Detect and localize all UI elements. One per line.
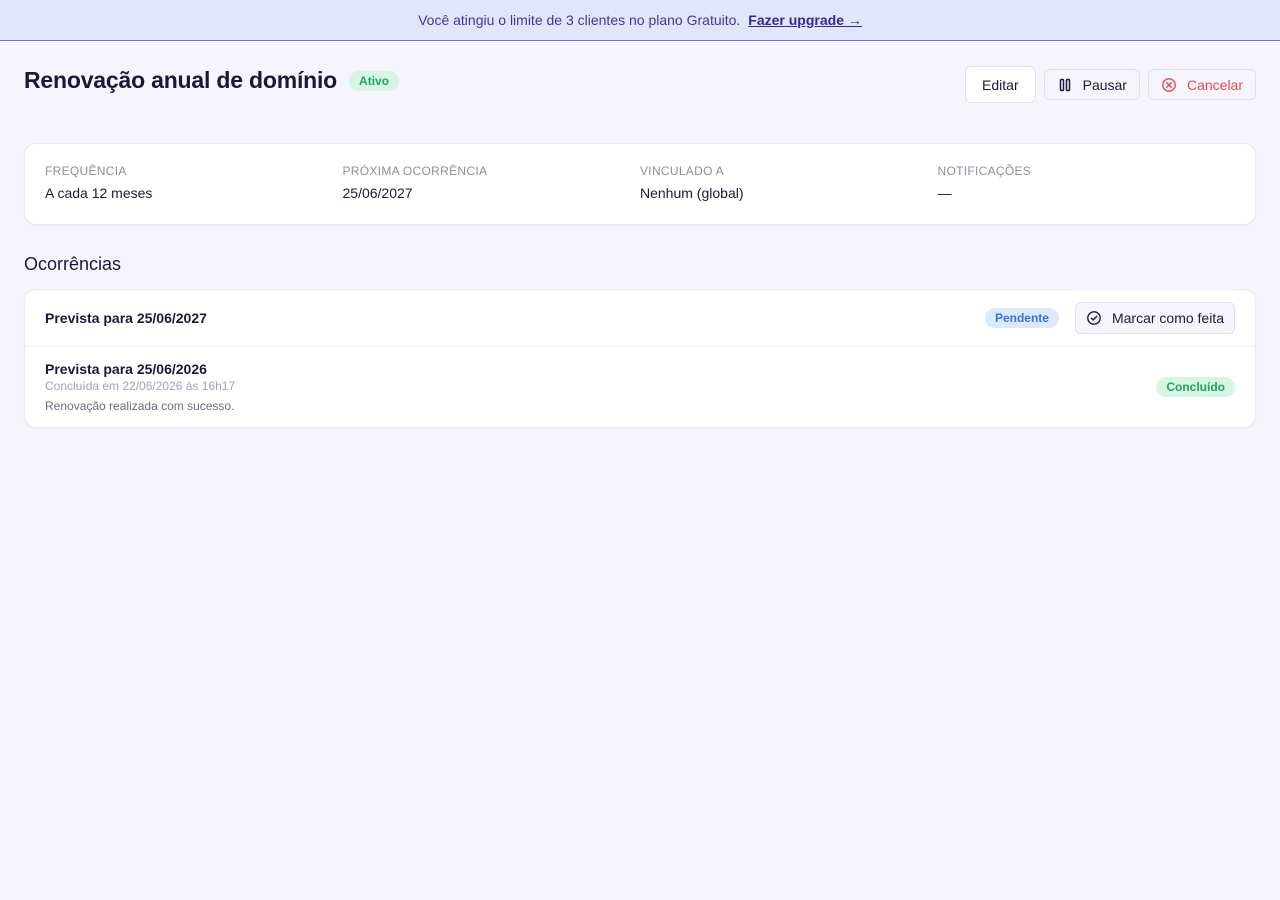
status-badge: Concluído — [1156, 377, 1235, 397]
list-item: Prevista para 25/06/2027 Pendente Marcar… — [25, 290, 1255, 346]
detail-value: 25/06/2027 — [342, 185, 413, 201]
occurrences-title: Ocorrências — [24, 254, 122, 274]
cancel-button-label: Cancelar — [1186, 76, 1243, 93]
occurrence-completed-at: Concluída em 22/06/2026 às 16h17 — [45, 379, 236, 393]
detail-value: Nenhum (global) — [640, 185, 744, 201]
occurrence-title: Prevista para 25/06/2027 — [45, 310, 207, 326]
page-content: Renovação anual de domínio Ativo Editar … — [0, 41, 1280, 428]
edit-button-label: Editar — [982, 76, 1019, 93]
details-card: Frequência A cada 12 meses Próxima ocorr… — [24, 143, 1256, 225]
detail-label: Frequência — [45, 164, 127, 178]
detail-label: Notificações — [937, 164, 1032, 178]
detail-frequency: Frequência A cada 12 meses — [45, 164, 343, 224]
cancel-circle-icon — [1161, 77, 1177, 93]
list-item: Prevista para 25/06/2026 Concluída em 22… — [25, 346, 1255, 427]
detail-next-occurrence: Próxima ocorrência 25/06/2027 — [343, 164, 641, 224]
pause-button-label: Pausar — [1082, 76, 1127, 93]
occurrences-list: Prevista para 25/06/2027 Pendente Marcar… — [24, 289, 1256, 428]
detail-value: — — [937, 185, 952, 201]
pause-button[interactable]: Pausar — [1043, 69, 1140, 100]
occurrence-info: Prevista para 25/06/2027 — [45, 309, 985, 327]
check-circle-icon — [1086, 310, 1102, 326]
edit-button[interactable]: Editar — [965, 66, 1036, 103]
detail-label: Vinculado a — [640, 164, 724, 178]
page-title: Renovação anual de domínio — [24, 67, 338, 93]
header-actions: Editar Pausar Cancelar — [965, 66, 1256, 103]
title-group: Renovação anual de domínio Ativo — [24, 67, 400, 94]
status-badge: Ativo — [349, 70, 400, 91]
detail-linked-to: Vinculado a Nenhum (global) — [640, 164, 938, 224]
detail-notifications: Notificações — — [938, 164, 1236, 224]
banner-message: Você atingiu o limite de 3 clientes no p… — [418, 12, 741, 28]
mark-done-button[interactable]: Marcar como feita — [1074, 302, 1235, 334]
occurrence-info: Prevista para 25/06/2026 Concluída em 22… — [45, 360, 1156, 414]
pause-icon — [1057, 77, 1073, 93]
upgrade-link[interactable]: Fazer upgrade → — [748, 12, 862, 28]
page-header: Renovação anual de domínio Ativo Editar … — [24, 41, 1256, 127]
mark-done-label: Marcar como feita — [1111, 310, 1224, 326]
detail-label: Próxima ocorrência — [342, 164, 488, 178]
cancel-button[interactable]: Cancelar — [1147, 69, 1256, 100]
detail-value: A cada 12 meses — [45, 185, 153, 201]
status-badge: Pendente — [984, 308, 1059, 328]
upgrade-banner: Você atingiu o limite de 3 clientes no p… — [0, 0, 1280, 41]
occurrence-note: Renovação realizada com sucesso. — [45, 399, 235, 413]
occurrence-title: Prevista para 25/06/2026 — [45, 361, 207, 377]
